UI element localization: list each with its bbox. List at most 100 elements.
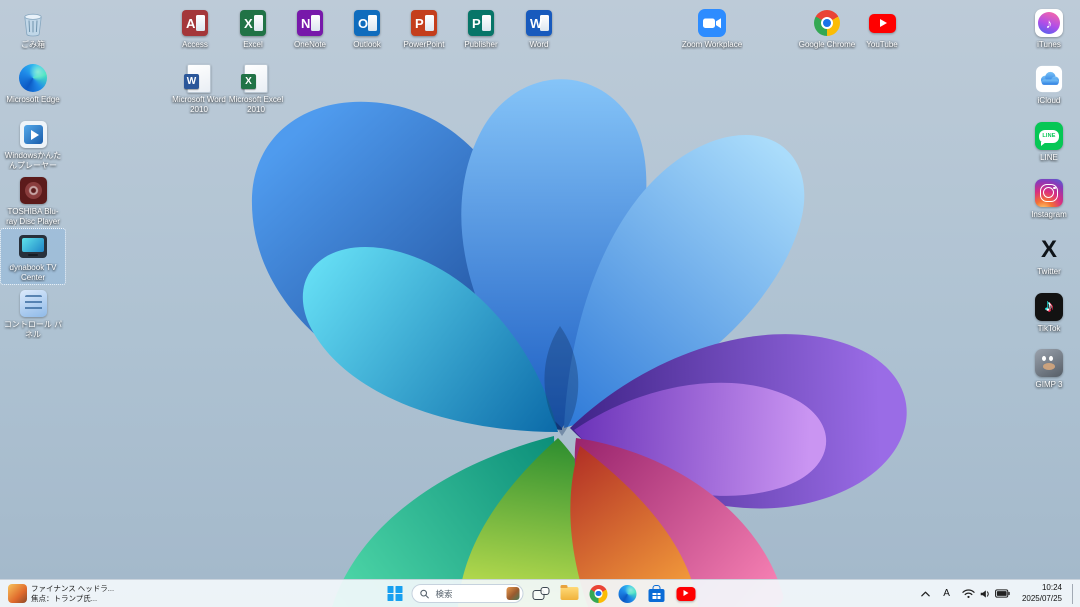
chrome-icon [814, 10, 840, 36]
desktop-icon-publisher[interactable]: P Publisher [448, 5, 514, 53]
desktop-icon-instagram[interactable]: Instagram [1016, 175, 1080, 223]
icon-label: Microsoft Excel 2010 [225, 95, 287, 114]
excel-2010-icon: X [244, 64, 268, 93]
gimp-icon [1035, 349, 1063, 377]
desktop-icon-recycle-bin[interactable]: ごみ箱 [0, 5, 66, 53]
icon-label: Instagram [1018, 210, 1080, 220]
wallpaper-bloom [0, 0, 1080, 607]
icon-label: iCloud [1018, 96, 1080, 106]
icon-label: Twitter [1018, 267, 1080, 277]
icon-label: dynabook TV Center [2, 263, 64, 282]
excel-icon: X [240, 10, 266, 36]
tray-time: 10:24 [1042, 583, 1062, 593]
icon-label: Publisher [450, 40, 512, 50]
icon-label: PowerPoint [393, 40, 455, 50]
search-highlights-thumbnail [507, 587, 520, 600]
news-thumbnail-icon [8, 584, 27, 603]
powerpoint-icon: P [411, 10, 437, 36]
icon-label: Outlook [336, 40, 398, 50]
youtube-icon [869, 14, 896, 33]
instagram-icon [1035, 179, 1063, 207]
microsoft-store-icon [649, 589, 665, 602]
clock[interactable]: 10:24 2025/07/25 [1020, 583, 1064, 605]
icon-label: YouTube [851, 40, 913, 50]
desktop-icon-control-panel[interactable]: コントロール パネル [0, 285, 66, 342]
store-button[interactable] [645, 583, 669, 605]
desktop-icon-youtube[interactable]: YouTube [849, 5, 915, 53]
chrome-button[interactable] [587, 583, 611, 605]
icon-label: Word [508, 40, 570, 50]
quick-settings-button[interactable] [960, 583, 1012, 605]
desktop-icon-dynabook-tv-center[interactable]: dynabook TV Center [0, 228, 66, 285]
desktop-icon-excel-2010[interactable]: X Microsoft Excel 2010 [223, 60, 289, 117]
onenote-icon: N [297, 10, 323, 36]
desktop-icon-zoom[interactable]: Zoom Workplace [679, 5, 745, 53]
media-player-icon [20, 121, 47, 148]
publisher-icon: P [468, 10, 494, 36]
icon-label: Microsoft Word 2010 [168, 95, 230, 114]
desktop-icon-itunes[interactable]: ♪ iTunes [1016, 5, 1080, 53]
task-view-button[interactable] [529, 583, 553, 605]
desktop-icon-gimp[interactable]: GIMP 3 [1016, 345, 1080, 393]
control-panel-icon [20, 290, 47, 317]
taskbar: ファイナンス ヘッドラ... 焦点：トランプ氏... [0, 579, 1080, 607]
bluray-disc-icon [20, 177, 47, 204]
tiktok-icon: ♪ [1035, 293, 1063, 321]
desktop-icon-word[interactable]: W Word [506, 5, 572, 53]
desktop-icon-access[interactable]: A Access [162, 5, 228, 53]
icon-label: OneNote [279, 40, 341, 50]
file-explorer-button[interactable] [558, 583, 582, 605]
icon-label: GIMP 3 [1018, 380, 1080, 390]
recycle-bin-icon [18, 8, 48, 38]
icon-label: Microsoft Edge [2, 95, 64, 105]
desktop-icon-line[interactable]: LINE LINE [1016, 118, 1080, 166]
zoom-icon [697, 8, 727, 38]
desktop-icon-icloud[interactable]: iCloud [1016, 61, 1080, 109]
icon-label: コントロール パネル [2, 320, 64, 339]
tray-overflow-button[interactable] [918, 583, 933, 605]
desktop-icon-kantan-player[interactable]: Windowsかんたんプレーヤー [0, 116, 66, 173]
chevron-up-icon [920, 590, 931, 598]
edge-icon [19, 64, 47, 92]
tv-icon [19, 235, 47, 258]
desktop-surface[interactable]: ごみ箱 Microsoft Edge Windowsかんたんプレーヤー TOSH… [0, 0, 1080, 607]
outlook-icon: O [354, 10, 380, 36]
show-desktop-button[interactable] [1072, 584, 1077, 604]
taskbar-center [383, 580, 698, 607]
volume-icon [979, 588, 991, 600]
x-twitter-icon: X [1041, 238, 1057, 262]
ime-mode-label: A [943, 588, 950, 599]
icon-label: TikTok [1018, 324, 1080, 334]
line-icon: LINE [1035, 122, 1063, 150]
widget-headline-1: ファイナンス ヘッドラ... [31, 584, 114, 594]
icon-label: TOSHIBA Blu-ray Disc Player [2, 207, 64, 226]
start-button[interactable] [383, 583, 407, 605]
word-2010-icon: W [187, 64, 211, 93]
desktop-icon-toshiba-bluray[interactable]: TOSHIBA Blu-ray Disc Player [0, 172, 66, 229]
search-box[interactable] [412, 584, 524, 603]
icon-label: ごみ箱 [2, 40, 64, 50]
desktop-icon-edge[interactable]: Microsoft Edge [0, 60, 66, 108]
desktop-icon-tiktok[interactable]: ♪ TikTok [1016, 289, 1080, 337]
icon-label: Zoom Workplace [681, 40, 743, 50]
desktop-icon-twitter[interactable]: X Twitter [1016, 232, 1080, 280]
icon-label: Excel [222, 40, 284, 50]
search-icon [420, 589, 430, 599]
widgets-button[interactable]: ファイナンス ヘッドラ... 焦点：トランプ氏... [3, 581, 119, 606]
folder-icon [561, 587, 579, 600]
youtube-icon [676, 587, 695, 601]
itunes-icon: ♪ [1035, 9, 1063, 37]
icon-label: Access [164, 40, 226, 50]
task-view-icon [532, 587, 549, 600]
search-input[interactable] [434, 588, 503, 600]
icloud-icon [1035, 65, 1063, 93]
edge-button[interactable] [616, 583, 640, 605]
system-tray: A 10:24 2025/0 [918, 580, 1077, 607]
chrome-icon [590, 585, 608, 603]
edge-icon [619, 585, 637, 603]
icon-label: LINE [1018, 153, 1080, 163]
ime-indicator[interactable]: A [941, 583, 952, 605]
youtube-button[interactable] [674, 583, 698, 605]
wifi-icon [962, 588, 975, 599]
word-icon: W [526, 10, 552, 36]
